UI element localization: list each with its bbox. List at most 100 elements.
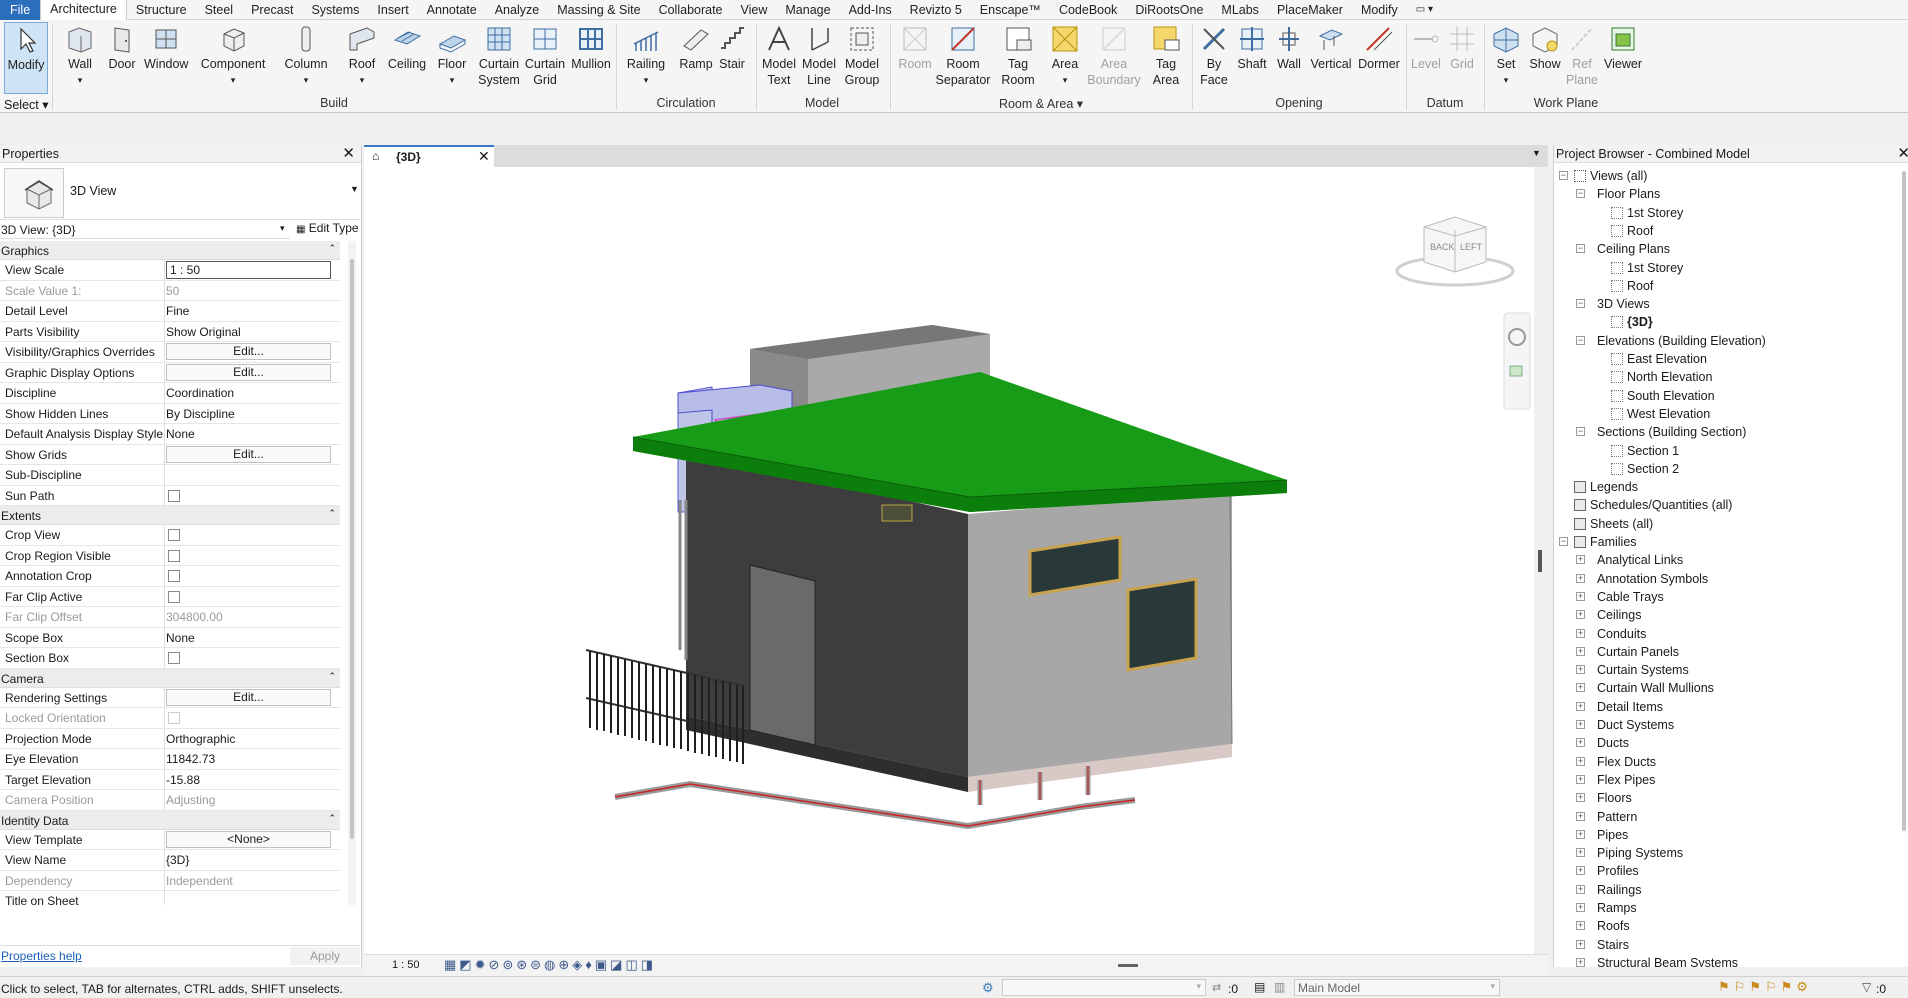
property-group-header[interactable]: Identity Data ⌃ — [0, 810, 340, 830]
dormer-button[interactable]: Dormer — [1356, 22, 1402, 72]
select-dropdown[interactable]: Select ▾ — [4, 97, 49, 112]
property-value[interactable]: -15.88 — [166, 773, 200, 787]
collapse-icon[interactable]: ⌃ — [328, 671, 336, 682]
tag-area-button[interactable]: Tag Area — [1146, 22, 1186, 88]
property-value[interactable]: Coordination — [166, 386, 234, 400]
room-button[interactable]: Room — [894, 22, 936, 72]
viewer-button[interactable]: Viewer — [1602, 22, 1644, 72]
browser-node[interactable]: Railings — [1597, 883, 1641, 897]
browser-node[interactable]: 3D Views — [1597, 297, 1650, 311]
edit-button[interactable]: <None> — [166, 830, 331, 848]
collapse-icon[interactable]: − — [1559, 537, 1568, 546]
property-value[interactable]: Show Original — [166, 325, 241, 339]
property-input[interactable]: 1 : 50 — [166, 261, 331, 279]
vertical-opening-button[interactable]: Vertical — [1308, 22, 1354, 72]
property-checkbox[interactable] — [168, 652, 180, 664]
property-group-header[interactable]: Extents ⌃ — [0, 506, 340, 525]
expand-icon[interactable]: + — [1576, 628, 1585, 638]
room-area-group-label[interactable]: Room & Area ▾ — [892, 96, 1190, 111]
collapse-icon[interactable]: − — [1576, 427, 1585, 437]
ramp-button[interactable]: Ramp — [678, 22, 714, 72]
set-button[interactable]: Set ▾ — [1488, 22, 1524, 88]
browser-node[interactable]: Floors — [1597, 791, 1632, 805]
property-value[interactable]: None — [166, 631, 195, 645]
collapse-icon[interactable]: ⌃ — [328, 813, 336, 824]
menu-enscape[interactable]: Enscape™ — [971, 0, 1050, 20]
curtain-grid-button[interactable]: Curtain Grid — [522, 22, 568, 88]
modify-button[interactable]: Modify — [4, 22, 48, 94]
menu-dirootsone[interactable]: DiRootsOne — [1126, 0, 1212, 20]
property-group-header[interactable]: Camera ⌃ — [0, 668, 340, 688]
menu-manage[interactable]: Manage — [776, 0, 839, 20]
properties-help-link[interactable]: Properties help — [1, 949, 82, 963]
expand-icon[interactable]: + — [1576, 829, 1585, 839]
menu-collaborate[interactable]: Collaborate — [650, 0, 732, 20]
active-workset-dropdown[interactable]: ▾ — [1002, 979, 1206, 996]
view-cube[interactable]: BACK LEFT — [1395, 216, 1515, 287]
edit-button[interactable]: Edit... — [166, 445, 331, 463]
menu-annotate[interactable]: Annotate — [418, 0, 486, 20]
area-boundary-button[interactable]: Area Boundary — [1086, 22, 1142, 88]
area-button[interactable]: Area ▾ — [1046, 22, 1084, 88]
worksets-icon[interactable]: ⚙ — [982, 980, 994, 996]
menu-add-ins[interactable]: Add-Ins — [840, 0, 901, 20]
browser-node[interactable]: Detail Items — [1597, 700, 1663, 714]
edit-button[interactable]: Edit... — [166, 688, 331, 706]
property-checkbox[interactable] — [168, 590, 180, 603]
property-value[interactable]: Orthographic — [166, 732, 235, 746]
browser-node[interactable]: Views (all) — [1590, 169, 1647, 183]
expand-icon[interactable]: + — [1576, 939, 1585, 949]
expand-icon[interactable]: + — [1576, 811, 1585, 821]
properties-scrollbar[interactable] — [348, 241, 356, 905]
expand-icon[interactable]: + — [1576, 848, 1585, 858]
model-group-button[interactable]: Model Group — [842, 22, 882, 88]
browser-node[interactable]: Piping Systems — [1597, 846, 1683, 860]
design-option-icon[interactable]: ▥ — [1274, 980, 1285, 994]
door-button[interactable]: Door — [104, 22, 140, 72]
browser-node[interactable]: {3D} — [1627, 315, 1653, 329]
horizontal-scroll-thumb[interactable] — [1118, 964, 1138, 967]
expand-icon[interactable]: + — [1576, 646, 1585, 656]
browser-node[interactable]: Cable Trays — [1597, 590, 1664, 604]
expand-icon[interactable]: + — [1576, 903, 1585, 912]
browser-node[interactable]: Pipes — [1597, 828, 1628, 842]
menu-file[interactable]: File — [0, 0, 41, 20]
grid-button[interactable]: Grid — [1446, 22, 1478, 72]
browser-scrollbar[interactable] — [1900, 167, 1908, 947]
design-options-icon[interactable]: ▤ — [1254, 980, 1265, 994]
wall-opening-button[interactable]: Wall — [1272, 22, 1306, 72]
browser-node[interactable]: 1st Storey — [1627, 261, 1683, 275]
browser-node[interactable]: Ducts — [1597, 736, 1629, 750]
browser-node[interactable]: Structural Beam Systems — [1597, 956, 1738, 967]
browser-node[interactable]: Flex Ducts — [1597, 755, 1656, 769]
expand-icon[interactable]: + — [1576, 884, 1585, 894]
property-value[interactable]: Fine — [166, 304, 189, 318]
browser-node[interactable]: Roof — [1627, 279, 1653, 293]
collapse-icon[interactable]: − — [1576, 189, 1585, 199]
browser-node[interactable]: Curtain Panels — [1597, 645, 1679, 659]
expand-icon[interactable]: + — [1576, 591, 1585, 601]
browser-node[interactable]: Flex Pipes — [1597, 773, 1655, 787]
floor-button[interactable]: Floor ▾ — [434, 22, 470, 88]
property-checkbox[interactable] — [168, 549, 180, 562]
collapse-icon[interactable]: − — [1576, 244, 1585, 254]
edit-button[interactable]: Edit... — [166, 343, 331, 360]
property-checkbox[interactable] — [168, 570, 180, 582]
expand-icon[interactable]: + — [1576, 683, 1585, 693]
view-control-icons[interactable]: ▦◩✹⊘⊚⊛⊜◍⊕◈♦▣◪◫◨ — [444, 957, 656, 973]
apply-button[interactable]: Apply — [290, 947, 360, 965]
browser-node[interactable]: Analytical Links — [1597, 553, 1683, 567]
browser-node[interactable]: Schedules/Quantities (all) — [1590, 498, 1732, 512]
expand-icon[interactable]: + — [1576, 555, 1585, 565]
browser-node[interactable]: Ceiling Plans — [1597, 242, 1670, 256]
close-icon[interactable]: ✕ — [342, 145, 355, 163]
menu-modify[interactable]: Modify — [1352, 0, 1407, 20]
expand-icon[interactable]: + — [1576, 866, 1585, 876]
column-button[interactable]: Column ▾ — [284, 22, 328, 88]
chevron-down-icon[interactable]: ▼ — [350, 184, 359, 194]
browser-node[interactable]: Profiles — [1597, 864, 1639, 878]
browser-node[interactable]: Curtain Systems — [1597, 663, 1689, 677]
collapse-icon[interactable]: ⌃ — [328, 243, 336, 254]
browser-node[interactable]: Elevations (Building Elevation) — [1597, 334, 1766, 348]
ceiling-button[interactable]: Ceiling — [386, 22, 428, 72]
